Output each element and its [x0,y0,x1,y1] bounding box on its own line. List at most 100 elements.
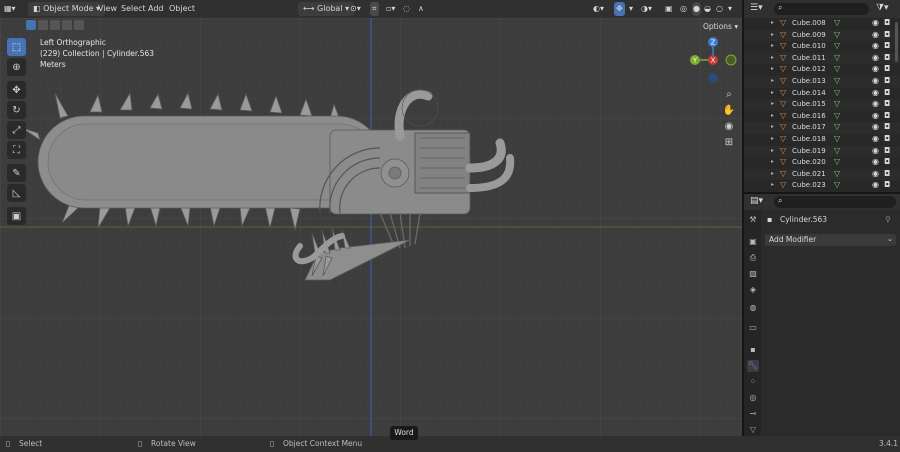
mesh-data-icon[interactable]: ▽ [834,169,840,178]
camera-render-icon[interactable]: ◘ [884,157,890,166]
camera-render-icon[interactable]: ◘ [884,146,890,155]
outliner-search-input[interactable]: ⌕ [774,3,869,15]
add-modifier-button[interactable]: Add Modifier ⌄ [765,234,896,246]
expand-arrow-icon[interactable]: ▸ [771,135,774,142]
modifier-wrench-tab-icon[interactable]: 🔧︎ [747,360,759,372]
outliner-item-name[interactable]: Cube.015 [792,100,826,108]
proportional-edit-icon[interactable]: ◌ [403,2,410,16]
measure-tool-icon[interactable]: ◺ [7,184,26,202]
outliner-item-name[interactable]: Cube.019 [792,147,826,155]
filter-icon[interactable]: ⧩▾ [876,3,889,13]
camera-render-icon[interactable]: ◘ [884,180,890,189]
navigation-gizmo[interactable]: Z Y X [687,34,739,86]
outliner-row[interactable]: ▸ ▽ Cube.019 ▽ ◉ ◘ [744,145,900,158]
outliner-row[interactable]: ▸ ▽ Cube.010 ▽ ◉ ◘ [744,41,900,53]
expand-arrow-icon[interactable]: ▸ [771,54,774,61]
mesh-data-icon[interactable]: ▽ [834,41,840,50]
mode-dropdown[interactable]: ◧ Object Mode ▾ [28,2,106,16]
camera-render-icon[interactable]: ◘ [884,134,890,143]
shading-solid-icon[interactable]: ● [692,2,701,16]
outliner-row[interactable]: ▸ ▽ Cube.009 ▽ ◉ ◘ [744,29,900,42]
select-extend-icon[interactable] [38,20,48,30]
mesh-data-icon[interactable]: ▽ [834,111,840,120]
expand-arrow-icon[interactable]: ▸ [771,89,774,96]
pin-icon[interactable]: ⚲ [885,215,891,224]
eye-icon[interactable]: ◉ [872,157,879,166]
eye-icon[interactable]: ◉ [872,76,879,85]
ortho-grid-icon[interactable]: ⊞ [722,136,736,150]
outliner-item-name[interactable]: Cube.017 [792,123,826,131]
transform-tool-icon[interactable]: ⛶ [7,141,26,159]
select-invert-icon[interactable] [62,20,72,30]
select-subtract-icon[interactable] [50,20,60,30]
eye-icon[interactable]: ◉ [872,169,879,178]
options-button[interactable]: Options ▾ [703,22,738,31]
camera-render-icon[interactable]: ◘ [884,41,890,50]
output-tab-icon[interactable]: ⎙ [747,252,759,264]
select-box-tool-icon[interactable]: ⬚ [7,38,26,56]
camera-render-icon[interactable]: ◘ [884,30,890,39]
object-tab-icon[interactable]: ▪ [747,344,759,356]
shading-wireframe-icon[interactable]: ◎ [680,2,687,16]
outliner-item-name[interactable]: Cube.011 [792,54,826,62]
camera-render-icon[interactable]: ◘ [884,18,890,27]
eye-icon[interactable]: ◉ [872,122,879,131]
mesh-data-icon[interactable]: ▽ [834,64,840,73]
pan-hand-icon[interactable]: ✋ [722,104,736,118]
outliner-item-name[interactable]: Cube.009 [792,31,826,39]
constraints-tab-icon[interactable]: ⊸ [747,408,759,420]
mesh-data-icon[interactable]: ▽ [834,76,840,85]
shading-rendered-icon[interactable]: ○ [716,2,723,16]
outliner-item-name[interactable]: Cube.013 [792,77,826,85]
camera-icon[interactable]: ◉ [722,120,736,134]
camera-render-icon[interactable]: ◘ [884,53,890,62]
shading-options-icon[interactable]: ▾ [728,2,732,16]
outliner-row[interactable]: ▸ ▽ Cube.015 ▽ ◉ ◘ [744,99,900,111]
overlays-icon[interactable]: ◑▾ [641,2,652,16]
eye-icon[interactable]: ◉ [872,41,879,50]
world-tab-icon[interactable]: ◍ [747,302,759,314]
collection-tab-icon[interactable]: ▭ [747,322,759,334]
scale-tool-icon[interactable]: ⤢ [7,121,26,139]
outliner-item-name[interactable]: Cube.018 [792,135,826,143]
snap-icon[interactable]: ⌗ [370,2,379,16]
mesh-data-icon[interactable]: ▽ [834,18,840,27]
mesh-data-icon[interactable]: ▽ [834,122,840,131]
outliner-item-name[interactable]: Cube.020 [792,158,826,166]
mesh-data-icon[interactable]: ▽ [834,134,840,143]
gizmo-toggle-icon[interactable]: ✥ [614,2,625,16]
properties-editor-icon[interactable]: ▤▾ [750,196,763,206]
expand-arrow-icon[interactable]: ▸ [771,100,774,107]
menu-select[interactable]: Select [121,2,146,16]
mesh-data-icon[interactable]: ▽ [834,99,840,108]
snap-target-icon[interactable]: ▫▾ [386,2,395,16]
gizmo-neg-y-icon[interactable] [725,54,737,66]
eye-icon[interactable]: ◉ [872,18,879,27]
cursor-tool-icon[interactable]: ⊕ [7,58,26,76]
camera-render-icon[interactable]: ◘ [884,76,890,85]
outliner-item-name[interactable]: Cube.008 [792,19,826,27]
rotate-tool-icon[interactable]: ↻ [7,101,26,119]
eye-icon[interactable]: ◉ [872,146,879,155]
outliner-row[interactable]: ▸ ▽ Cube.013 ▽ ◉ ◘ [744,76,900,88]
camera-render-icon[interactable]: ◘ [884,88,890,97]
mesh-data-icon[interactable]: ▽ [834,53,840,62]
expand-arrow-icon[interactable]: ▸ [771,123,774,130]
expand-arrow-icon[interactable]: ▸ [771,65,774,72]
expand-arrow-icon[interactable]: ▸ [771,42,774,49]
outliner-editor-icon[interactable]: ☰▾ [750,3,763,13]
outliner-row[interactable]: ▸ ▽ Cube.017 ▽ ◉ ◘ [744,122,900,134]
falloff-icon[interactable]: ∧ [418,2,424,16]
menu-add[interactable]: Add [148,2,164,16]
move-tool-icon[interactable]: ✥ [7,81,26,99]
outliner-item-name[interactable]: Cube.012 [792,65,826,73]
xray-icon[interactable]: ▣ [665,2,673,16]
outliner-row[interactable]: ▸ ▽ Cube.012 ▽ ◉ ◘ [744,64,900,76]
physics-tab-icon[interactable]: ◎ [747,392,759,404]
gizmo-neg-z-icon[interactable] [708,73,718,83]
camera-render-icon[interactable]: ◘ [884,111,890,120]
select-set-icon[interactable] [26,20,36,30]
eye-icon[interactable]: ◉ [872,134,879,143]
pivot-point-icon[interactable]: ⊙▾ [350,2,361,16]
3d-viewport[interactable]: Left Orthographic (229) Collection | Cyl… [0,18,742,436]
